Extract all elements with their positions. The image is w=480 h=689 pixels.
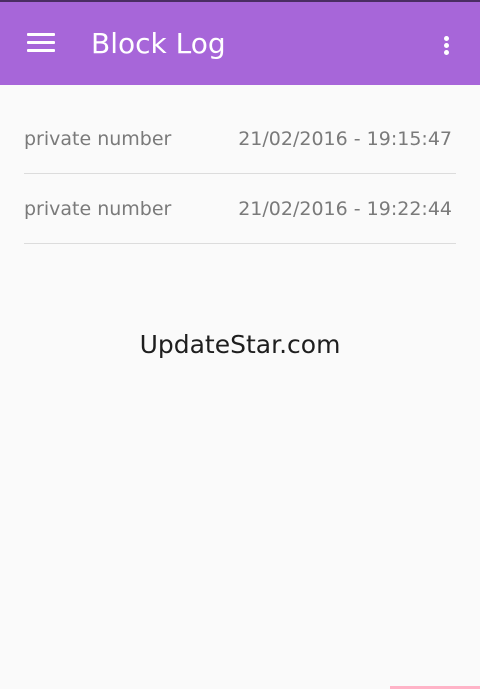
list-item[interactable]: private number 21/02/2016 - 19:22:44 [24, 174, 456, 244]
page-title: Block Log [91, 27, 226, 60]
timestamp-label: 21/02/2016 - 19:22:44 [238, 198, 452, 220]
list-item[interactable]: private number 21/02/2016 - 19:15:47 [24, 104, 456, 174]
block-log-list: private number 21/02/2016 - 19:15:47 pri… [24, 104, 456, 244]
hamburger-menu-icon [27, 33, 55, 53]
more-vertical-icon [443, 34, 449, 57]
watermark-text: UpdateStar.com [139, 330, 341, 359]
timestamp-label: 21/02/2016 - 19:15:47 [238, 128, 452, 150]
app-bar: Block Log [0, 0, 480, 85]
caller-label: private number [24, 128, 172, 150]
screen: Block Log private number 21/02/2016 - 19… [0, 0, 480, 689]
caller-label: private number [24, 198, 172, 220]
overflow-menu-button[interactable] [426, 24, 466, 66]
menu-button[interactable] [16, 20, 66, 66]
